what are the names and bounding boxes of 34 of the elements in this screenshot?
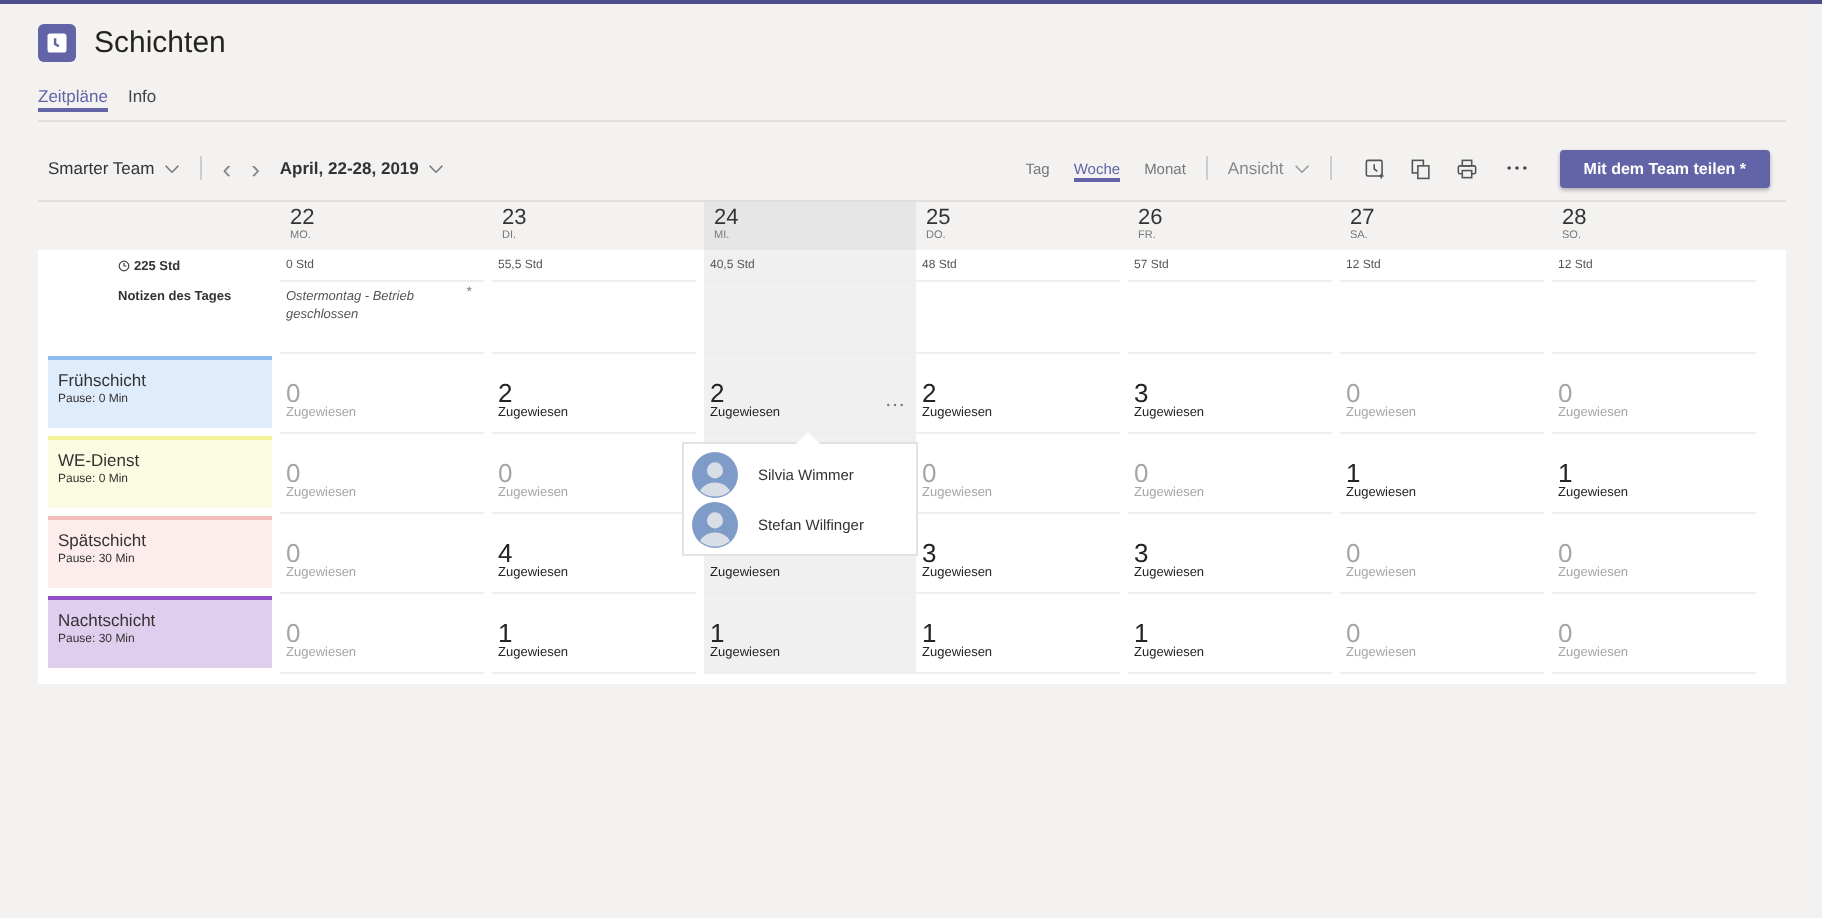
assigned-count[interactable]: 1 [498, 620, 696, 646]
copy-icon[interactable] [1409, 157, 1432, 179]
clock-icon[interactable] [1363, 157, 1386, 179]
clock-icon [118, 260, 130, 272]
assigned-count[interactable]: 1 [1558, 460, 1756, 486]
assigned-count[interactable]: 3 [922, 540, 1120, 566]
share-button[interactable]: Mit dem Team teilen * [1559, 149, 1770, 187]
shift-name: Nachtschicht [58, 610, 158, 630]
team-dropdown[interactable]: Smarter Team [48, 158, 181, 178]
date-range-dropdown[interactable]: April, 22-28, 2019 [279, 158, 445, 178]
more-icon[interactable] [1505, 164, 1528, 172]
app-icon [38, 23, 76, 61]
assigned-count[interactable]: 1 [1346, 460, 1544, 486]
tab[interactable]: Info [127, 82, 157, 112]
chevron-down-icon [164, 163, 181, 173]
shift-name: Spätschicht [58, 530, 148, 550]
avatar [692, 502, 738, 548]
chevron-down-icon [428, 163, 445, 173]
assigned-count[interactable]: 3 [1134, 540, 1332, 566]
shift-name: WE-Dienst [58, 450, 142, 470]
assigned-count[interactable]: 1 [710, 620, 908, 646]
assigned-count[interactable]: 2 [710, 380, 908, 406]
more-icon[interactable] [886, 402, 904, 408]
chevron-down-icon [1293, 163, 1310, 173]
assigned-count[interactable]: 2 [498, 380, 696, 406]
shift-name: Frühschicht [58, 370, 148, 390]
print-icon[interactable] [1455, 157, 1478, 179]
assigned-count[interactable]: 1 [1134, 620, 1332, 646]
assigned-count[interactable]: 2 [922, 380, 1120, 406]
avatar [692, 452, 738, 498]
tab[interactable]: Zeitpläne [38, 82, 108, 112]
assigned-count[interactable]: 1 [922, 620, 1120, 646]
assigned-count[interactable]: 3 [1134, 380, 1332, 406]
app-title: Schichten [94, 25, 226, 59]
